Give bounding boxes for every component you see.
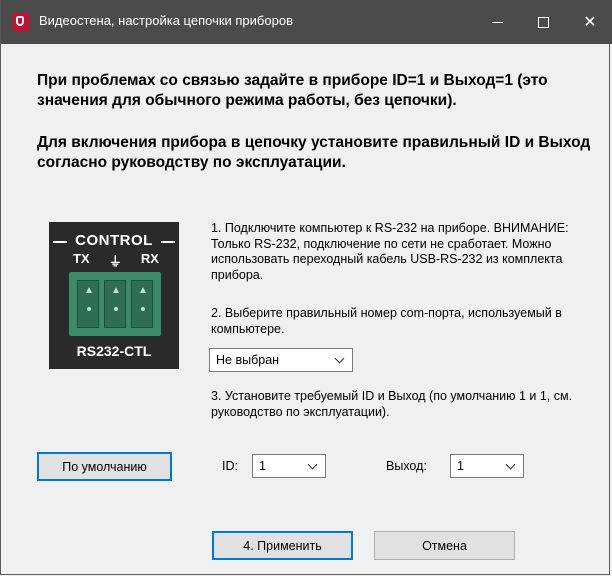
close-button[interactable]: ✕ bbox=[567, 0, 612, 44]
connector-control-label: CONTROL bbox=[49, 232, 179, 249]
terminal-slot bbox=[77, 280, 99, 328]
terminal-slot bbox=[104, 280, 126, 328]
close-icon: ✕ bbox=[583, 14, 597, 31]
output-select[interactable]: 1 bbox=[450, 454, 524, 478]
connector-pin-labels: TX ⏚ RX bbox=[73, 251, 159, 270]
maximize-button[interactable] bbox=[520, 0, 566, 44]
step2-text: 2. Выберите правильный номер com-порта, … bbox=[211, 306, 562, 336]
chevron-down-icon bbox=[505, 459, 516, 470]
cancel-button[interactable]: Отмена bbox=[374, 531, 515, 560]
id-value: 1 bbox=[259, 459, 266, 473]
id-select[interactable]: 1 bbox=[252, 454, 326, 478]
minimize-icon bbox=[491, 21, 503, 23]
output-value: 1 bbox=[457, 459, 464, 473]
pin-rx-label: RX bbox=[140, 251, 159, 266]
step1-text: 1. Подключите компьютер к RS-232 на приб… bbox=[211, 221, 569, 282]
terminal-slot bbox=[131, 280, 153, 328]
terminal-block bbox=[69, 272, 161, 336]
pin-tx-label: TX bbox=[73, 251, 90, 266]
connector-port-label: RS232-CTL bbox=[76, 343, 152, 359]
ground-icon: ⏚ bbox=[108, 254, 122, 269]
apply-button[interactable]: 4. Применить bbox=[212, 531, 353, 560]
window-title: Видеостена, настройка цепочки приборов bbox=[39, 13, 293, 28]
com-port-value: Не выбран bbox=[216, 353, 280, 367]
minimize-button[interactable] bbox=[474, 0, 520, 44]
rs232-connector-image: CONTROL TX ⏚ RX RS232-CTL bbox=[49, 222, 179, 369]
chevron-down-icon bbox=[334, 353, 345, 364]
chain-heading: Для включения прибора в цепочку установи… bbox=[37, 134, 591, 171]
warning-heading: При проблемах со связью задайте в прибор… bbox=[37, 72, 548, 109]
step3-text: 3. Установите требуемый ID и Выход (по у… bbox=[211, 389, 573, 419]
chevron-down-icon bbox=[307, 459, 318, 470]
title-bar[interactable]: Видеостена, настройка цепочки приборов ✕ bbox=[1, 0, 612, 44]
output-label: Выход: bbox=[386, 459, 427, 473]
dialog-window: Видеостена, настройка цепочки приборов ✕… bbox=[0, 0, 612, 575]
default-button[interactable]: По умолчанию bbox=[37, 452, 172, 481]
com-port-select[interactable]: Не выбран bbox=[209, 348, 353, 372]
maximize-icon bbox=[537, 16, 549, 28]
id-label: ID: bbox=[222, 459, 238, 473]
app-logo-icon bbox=[13, 13, 29, 31]
